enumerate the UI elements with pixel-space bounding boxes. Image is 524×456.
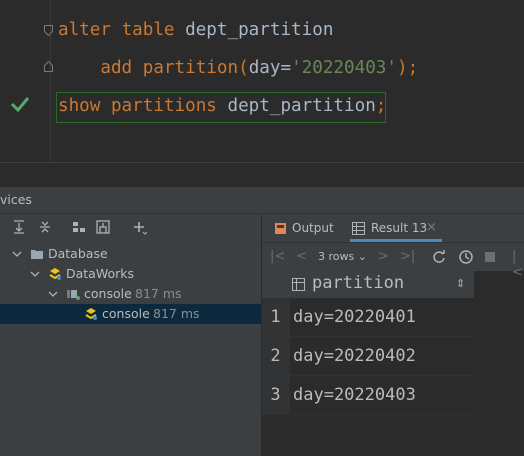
results-pane: Output Result 13 × |< < 3 rows ⌄ > >| |<…: [262, 214, 524, 456]
table-row[interactable]: 1 day=20220401: [262, 298, 475, 337]
fold-icon[interactable]: [44, 25, 53, 36]
chevron-down-icon[interactable]: [48, 289, 58, 299]
results-tabs: Output Result 13 ×: [262, 214, 524, 242]
stop-icon[interactable]: [484, 251, 496, 263]
chevron-down-icon[interactable]: [30, 269, 40, 279]
results-toolbar: |< < 3 rows ⌄ > >| |<: [262, 242, 524, 280]
identifier: dept_partition: [227, 96, 376, 116]
add-icon[interactable]: [130, 219, 148, 237]
rows-count: 3 rows: [318, 250, 355, 263]
keyword: partitions: [110, 96, 217, 116]
tab-label: Result 13: [371, 221, 428, 235]
tree-item-label: Database: [48, 246, 108, 261]
output-icon: [275, 223, 286, 234]
fold-end-icon[interactable]: [44, 61, 53, 72]
punctuation: );: [397, 58, 419, 78]
more-icon[interactable]: |<: [512, 249, 524, 281]
code-editor[interactable]: alter table dept_partition add partition…: [0, 0, 524, 162]
tree-toolbar: [0, 214, 261, 242]
tree-item-label: console: [102, 306, 150, 321]
session-icon: [67, 290, 80, 300]
table-row[interactable]: 3 day=20220403: [262, 376, 475, 415]
tree-item-label: DataWorks: [66, 266, 135, 281]
refresh-icon[interactable]: [432, 250, 446, 264]
column-header-partition[interactable]: partition: [312, 273, 404, 293]
keyword: show: [58, 96, 101, 116]
filter-icon[interactable]: [94, 219, 112, 237]
keyword: add: [100, 58, 133, 78]
keyword: alter: [58, 20, 111, 40]
tree-item-dataworks[interactable]: DataWorks: [0, 264, 261, 284]
tree-item-console[interactable]: console 817 ms: [0, 304, 261, 324]
tree-item-label: console: [84, 286, 132, 301]
string-literal: '20220403': [291, 58, 397, 78]
row-number: 2: [262, 337, 289, 375]
execution-time: 817 ms: [153, 306, 200, 321]
punctuation: ;: [375, 96, 387, 116]
chevron-down-icon: ⌄: [357, 250, 367, 263]
row-number: 3: [262, 376, 289, 414]
table-cell[interactable]: day=20220403: [293, 376, 416, 414]
code-line-1[interactable]: alter table dept_partition: [58, 18, 333, 42]
keyword: partition: [142, 58, 239, 78]
sort-icon[interactable]: ⇕: [456, 277, 465, 290]
services-title: vices: [0, 192, 32, 207]
table-row[interactable]: 2 day=20220402: [262, 337, 475, 376]
code-line-3[interactable]: show partitions dept_partition;: [58, 94, 386, 118]
check-icon: [10, 94, 30, 114]
table-cell[interactable]: day=20220401: [293, 298, 416, 336]
tab-label: Output: [292, 221, 334, 235]
execution-time: 817 ms: [135, 286, 182, 301]
console-icon: [85, 308, 97, 320]
table-icon: [352, 222, 365, 235]
previous-page-icon[interactable]: <: [296, 249, 307, 265]
services-tool-window-header: vices: [0, 187, 524, 214]
first-page-icon[interactable]: |<: [270, 249, 285, 265]
tree-item-database[interactable]: Database: [0, 244, 261, 264]
table-cell[interactable]: day=20220402: [293, 337, 416, 375]
column-icon: [292, 278, 305, 291]
close-icon[interactable]: ×: [426, 214, 437, 242]
panel-splitter[interactable]: [0, 162, 524, 187]
group-by-icon[interactable]: [70, 219, 88, 237]
rows-selector[interactable]: 3 rows ⌄: [318, 249, 367, 265]
datasource-icon: [49, 268, 61, 280]
query-history-icon[interactable]: [458, 249, 474, 265]
keyword: table: [121, 20, 175, 40]
folder-icon: [31, 250, 43, 259]
last-page-icon[interactable]: >|: [400, 249, 415, 265]
expand-all-icon[interactable]: [10, 219, 28, 237]
chevron-down-icon[interactable]: [12, 249, 22, 259]
punctuation: (: [238, 58, 249, 78]
services-tree-pane: Database DataWorks console 817 ms consol…: [0, 214, 262, 456]
next-page-icon[interactable]: >: [378, 249, 389, 265]
tree-item-console-session[interactable]: console 817 ms: [0, 284, 261, 304]
row-number: 1: [262, 298, 289, 336]
identifier: dept_partition: [185, 20, 334, 40]
tab-output[interactable]: Output: [274, 214, 338, 242]
code-line-2[interactable]: add partition(day='20220403');: [58, 56, 418, 80]
tab-result-13[interactable]: Result 13 ×: [350, 214, 442, 242]
parameter: day=: [248, 58, 292, 78]
grid-header: partition ⇕: [262, 270, 474, 299]
collapse-all-icon[interactable]: [36, 219, 54, 237]
